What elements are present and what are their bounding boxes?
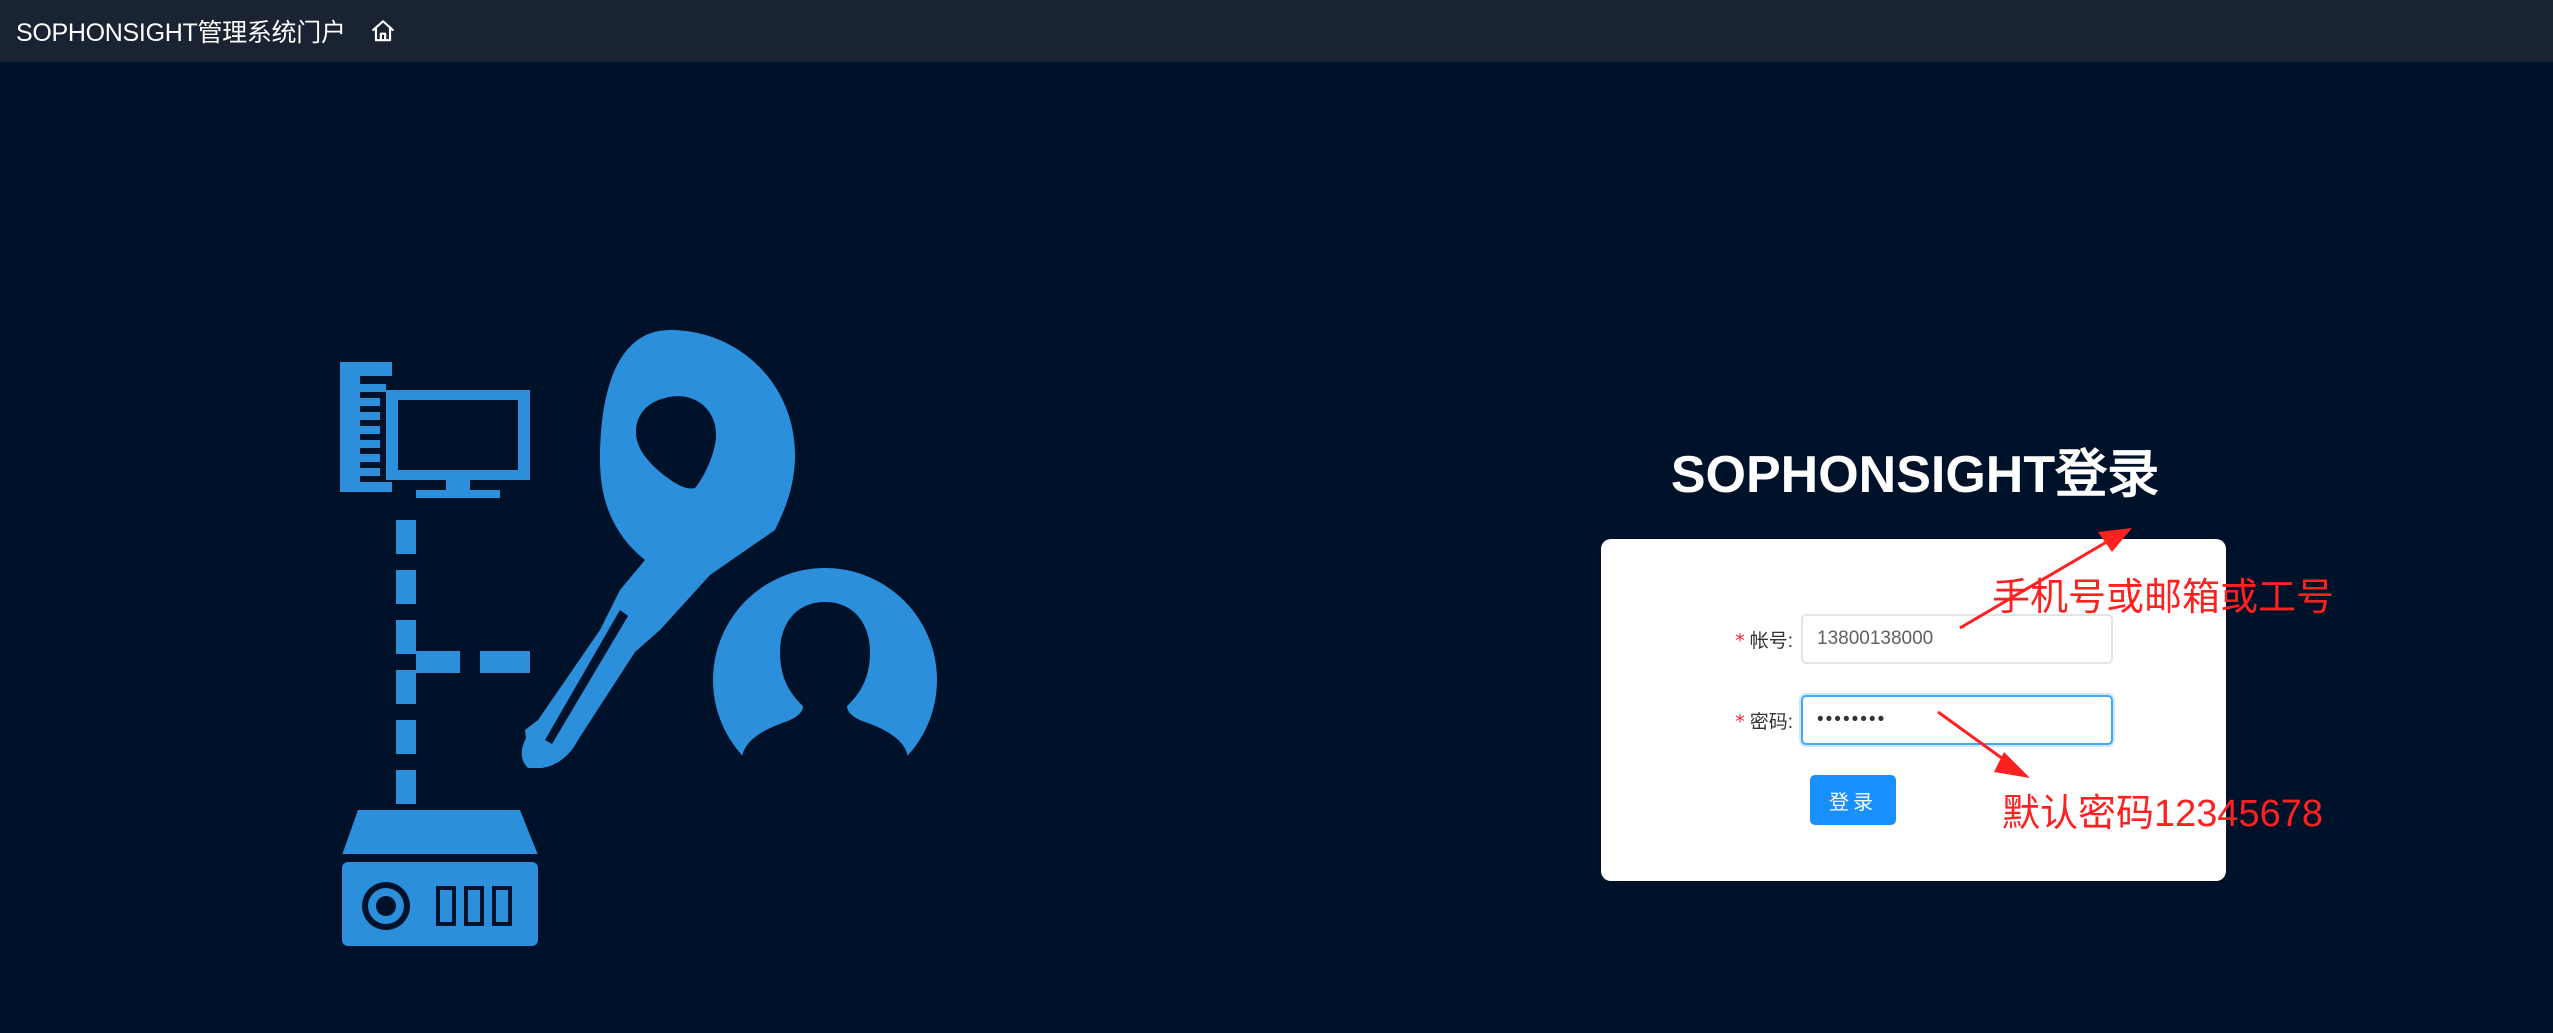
account-input[interactable] [1801,614,2113,664]
password-label-text: 密码: [1749,711,1793,733]
computer-icon [340,362,530,498]
login-button[interactable]: 登录 [1810,775,1896,825]
required-mark: * [1735,629,1745,652]
login-illustration [340,330,945,946]
home-icon[interactable] [368,16,398,46]
login-title: SOPHONSIGHT登录 [1670,446,2160,504]
server-icon [342,810,538,946]
password-input[interactable] [1801,695,2113,745]
network-line [396,520,530,804]
password-hint-annotation: 默认密码12345678 [2002,793,2324,835]
account-label: * 帐号: [1601,626,1801,653]
account-label-text: 帐号: [1749,630,1793,652]
top-bar: SOPHONSIGHT管理系统门户 [0,0,2553,62]
required-mark: * [1735,710,1745,733]
home-icon-glyph [371,20,394,42]
password-label: * 密码: [1601,707,1801,734]
app-title: SOPHONSIGHT管理系统门户 [16,19,346,47]
account-hint-annotation: 手机号或邮箱或工号 [1992,577,2335,619]
user-avatar-icon [705,560,945,802]
password-row: * 密码: [1601,694,2226,746]
